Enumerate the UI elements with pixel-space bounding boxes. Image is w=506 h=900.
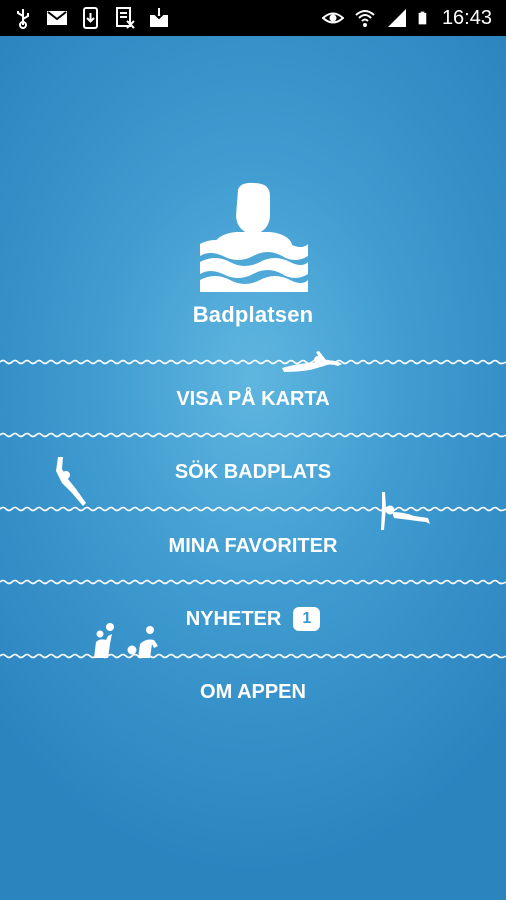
- document-x-icon: [116, 7, 135, 29]
- app-title: Badplatsen: [192, 302, 314, 327]
- lane-divider: [0, 653, 506, 659]
- menu-item-label: NYHETER: [185, 607, 282, 630]
- swimmer-logo-icon: [200, 182, 308, 292]
- notification-icons: [12, 0, 170, 36]
- system-icons: 16:43: [321, 0, 492, 36]
- lane-divider: [0, 359, 506, 365]
- news-count-badge: 1: [293, 607, 321, 631]
- menu-item-show-on-map[interactable]: VISA PÅ KARTA: [0, 377, 506, 421]
- menu-item-label: SÖK BADPLATS: [174, 460, 332, 483]
- lane-divider: [0, 579, 506, 585]
- menu-item-favorites[interactable]: MINA FAVORITER: [0, 524, 506, 568]
- signal-icon: [387, 9, 406, 27]
- phone-download-icon: [83, 7, 98, 29]
- lane-divider: [0, 432, 506, 438]
- gmail-icon: [47, 11, 67, 25]
- eye-icon: [321, 12, 344, 24]
- menu-item-label: MINA FAVORITER: [168, 534, 338, 557]
- menu-item-label: VISA PÅ KARTA: [176, 387, 330, 410]
- swimmer-crawl-icon: [282, 351, 342, 372]
- menu-item-label: OM APPEN: [200, 680, 306, 703]
- download-box-icon: [150, 8, 168, 27]
- battery-icon: [418, 11, 427, 25]
- menu-item-news[interactable]: NYHETER 1: [0, 597, 506, 641]
- menu-item-search-beach[interactable]: SÖK BADPLATS: [0, 450, 506, 494]
- wifi-icon: [355, 10, 375, 27]
- status-bar: 16:43: [0, 0, 506, 36]
- usb-icon: [17, 9, 29, 29]
- clock: 16:43: [441, 6, 492, 29]
- menu-item-about[interactable]: OM APPEN: [0, 670, 506, 714]
